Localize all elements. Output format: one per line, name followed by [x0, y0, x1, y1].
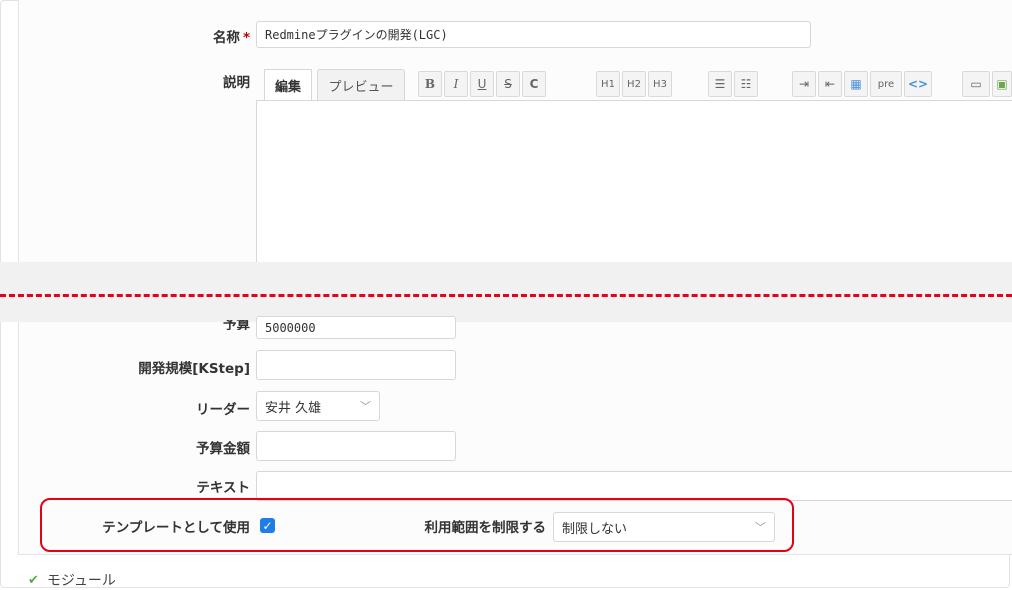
- description-label: 説明: [223, 75, 250, 91]
- modules-section[interactable]: ✔ モジュール: [28, 570, 116, 590]
- heading1-icon[interactable]: H1: [596, 71, 620, 97]
- scope-label: 利用範囲を制限する: [424, 520, 547, 536]
- chevron-down-icon: ﹀: [360, 400, 371, 413]
- tab-preview[interactable]: プレビュー: [317, 69, 405, 101]
- budget-label: 予算: [223, 320, 250, 330]
- leader-label: リーダー: [196, 402, 250, 418]
- text-input[interactable]: [256, 471, 1012, 501]
- strikethrough-icon[interactable]: S: [496, 71, 520, 97]
- cut-line: [0, 294, 1012, 297]
- budget-input[interactable]: 5000000: [256, 316, 456, 339]
- link-icon[interactable]: ▭: [962, 71, 990, 97]
- tab-edit[interactable]: 編集: [264, 69, 312, 101]
- underline-icon[interactable]: U: [470, 71, 494, 97]
- bold-icon[interactable]: B: [418, 71, 442, 97]
- description-textarea[interactable]: [256, 100, 1012, 270]
- numbered-list-icon[interactable]: ☷: [734, 71, 758, 97]
- check-icon: ✓: [262, 518, 273, 533]
- pre-icon[interactable]: pre: [870, 71, 902, 97]
- checkmark-icon: ✔: [28, 572, 39, 588]
- scope-select[interactable]: 制限しない ﹀: [553, 512, 775, 542]
- italic-icon[interactable]: I: [444, 71, 468, 97]
- code-block-icon[interactable]: <>: [904, 71, 932, 97]
- leader-value: 安井 久雄: [265, 400, 322, 416]
- code-inline-icon[interactable]: C: [522, 71, 546, 97]
- budget-amount-label: 予算金額: [196, 441, 250, 457]
- scope-value: 制限しない: [562, 521, 628, 537]
- heading2-icon[interactable]: H2: [622, 71, 646, 97]
- name-input[interactable]: Redmineプラグインの開発(LGC): [256, 21, 811, 48]
- cut-band: [0, 262, 1012, 322]
- indent-icon[interactable]: ⇥: [792, 71, 816, 97]
- modules-label: モジュール: [46, 573, 116, 589]
- image-icon[interactable]: ▣: [992, 71, 1012, 97]
- name-label: 名称 *: [212, 30, 250, 46]
- required-mark: *: [242, 30, 250, 46]
- template-label: テンプレートとして使用: [102, 520, 250, 536]
- table-icon[interactable]: ▦: [844, 71, 868, 97]
- leader-select[interactable]: 安井 久雄 ﹀: [256, 391, 380, 421]
- dev-scale-label: 開発規模[KStep]: [138, 361, 250, 377]
- text-label: テキスト: [196, 480, 250, 496]
- outdent-icon[interactable]: ⇤: [818, 71, 842, 97]
- heading3-icon[interactable]: H3: [648, 71, 672, 97]
- bullet-list-icon[interactable]: ☰: [708, 71, 732, 97]
- dev-scale-input[interactable]: [256, 350, 456, 380]
- budget-amount-input[interactable]: [256, 431, 456, 461]
- template-checkbox[interactable]: ✓: [260, 518, 275, 533]
- chevron-down-icon: ﹀: [755, 521, 766, 534]
